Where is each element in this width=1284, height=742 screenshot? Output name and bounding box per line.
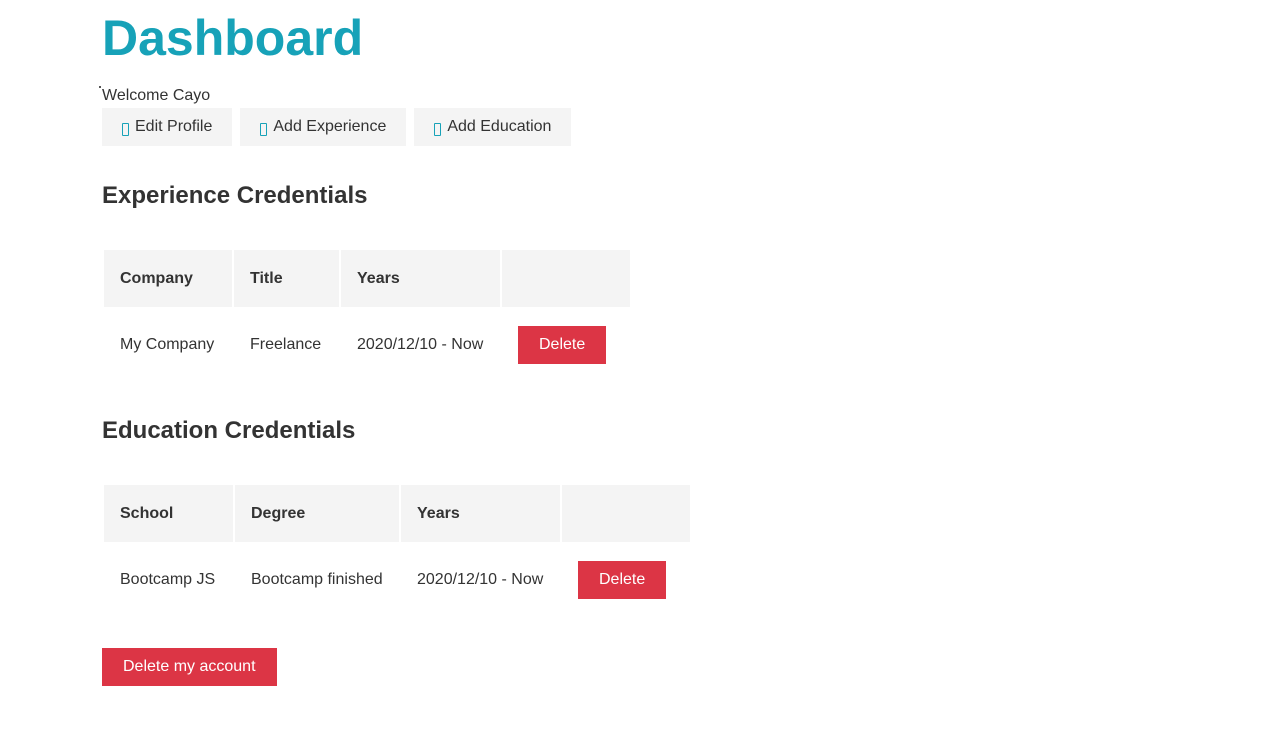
table-row: Bootcamp JS Bootcamp finished 2020/12/10… — [104, 544, 690, 615]
experience-years: 2020/12/10 - Now — [357, 335, 484, 353]
table-row: My Company Freelance 2020/12/10 - Now De… — [104, 309, 630, 380]
decorative-dot — [99, 86, 101, 88]
user-circle-icon — [122, 122, 129, 136]
column-header-years: Years — [341, 250, 500, 307]
education-years: 2020/12/10 - Now — [417, 570, 544, 588]
experience-action-cell: Delete — [502, 309, 630, 380]
column-header-school: School — [104, 485, 233, 542]
add-education-label: Add Education — [447, 118, 552, 135]
briefcase-icon — [260, 122, 268, 136]
add-experience-label: Add Experience — [273, 118, 387, 135]
welcome-message: Welcome Cayo — [102, 87, 211, 104]
edit-profile-label: Edit Profile — [135, 118, 213, 135]
add-experience-button[interactable]: Add Experience — [240, 108, 407, 146]
graduation-cap-icon — [434, 122, 442, 136]
page-title: Dashboard — [102, 10, 364, 66]
edit-profile-button[interactable]: Edit Profile — [102, 108, 233, 146]
column-header-degree: Degree — [235, 485, 399, 542]
education-school: Bootcamp JS — [120, 570, 216, 588]
column-header-actions — [502, 250, 630, 307]
dashboard-page: Dashboard Welcome Cayo Edit Profile Add … — [0, 0, 1284, 742]
add-education-button[interactable]: Add Education — [414, 108, 572, 146]
education-degree: Bootcamp finished — [251, 570, 383, 588]
education-table: School Degree Years Bootcamp JS Bootcamp… — [102, 483, 692, 617]
column-header-actions — [562, 485, 690, 542]
experience-heading: Experience Credentials — [102, 182, 368, 209]
education-heading: Education Credentials — [102, 417, 356, 444]
column-header-title: Title — [234, 250, 339, 307]
education-action-cell: Delete — [562, 544, 690, 615]
experience-header-row: Company Title Years — [104, 250, 630, 307]
delete-account-button[interactable]: Delete my account — [102, 648, 277, 686]
column-header-years: Years — [401, 485, 560, 542]
experience-table: Company Title Years My Company Freelance… — [102, 248, 632, 382]
experience-title: Freelance — [250, 335, 322, 353]
delete-experience-button[interactable]: Delete — [518, 325, 607, 364]
column-header-company: Company — [104, 250, 232, 307]
dashboard-actions: Edit Profile Add Experience Add Educatio… — [102, 108, 572, 146]
delete-education-button[interactable]: Delete — [578, 560, 667, 599]
experience-company: My Company — [120, 335, 215, 353]
education-header-row: School Degree Years — [104, 485, 690, 542]
